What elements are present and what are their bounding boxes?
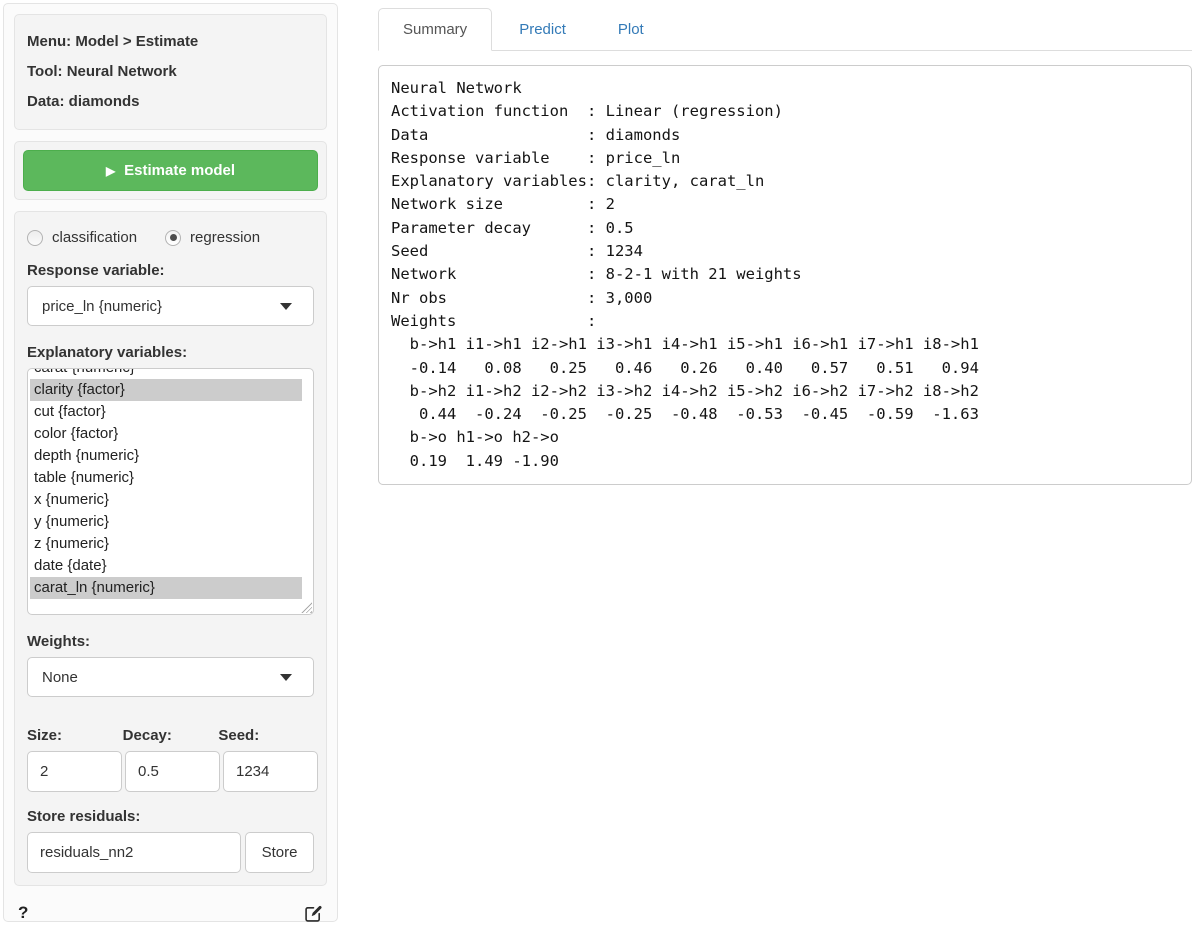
dataset-name: Data: diamonds [27, 87, 314, 117]
chevron-down-icon [280, 303, 292, 310]
radio-regression-icon[interactable] [165, 230, 181, 246]
seed-label: Seed: [218, 727, 311, 744]
radio-option[interactable]: regression [165, 229, 260, 246]
explanatory-variables-list-inner: carat {numeric} clarity {factor} cut {fa… [30, 368, 312, 599]
edit-report-icon[interactable] [304, 904, 323, 923]
size-decay-seed-inputs [27, 751, 314, 792]
decay-label: Decay: [123, 727, 216, 744]
tab-plot[interactable]: Plot [593, 8, 669, 51]
context-info-panel: Menu: Model > Estimate Tool: Neural Netw… [14, 14, 327, 130]
seed-input[interactable] [223, 751, 318, 792]
radio-option[interactable]: classification [27, 229, 137, 246]
response-variable-label: Response variable: [27, 262, 314, 279]
decay-input[interactable] [125, 751, 220, 792]
size-decay-seed-labels: Size: Decay: Seed: [27, 727, 314, 744]
list-item[interactable]: clarity {factor} [30, 379, 302, 401]
chevron-down-icon [280, 674, 292, 681]
tool-name: Tool: Neural Network [27, 57, 314, 87]
main-area: Summary Predict Plot Neural Network Acti… [378, 3, 1192, 927]
estimate-model-label: Estimate model [124, 162, 235, 179]
tab-bar: Summary Predict Plot [378, 8, 1192, 51]
estimate-model-button[interactable]: ▶ Estimate model [23, 150, 318, 191]
menu-breadcrumb: Menu: Model > Estimate [27, 27, 314, 57]
list-item[interactable]: date {date} [30, 555, 312, 577]
store-residuals-label: Store residuals: [27, 808, 314, 825]
list-item[interactable]: carat_ln {numeric} [30, 577, 302, 599]
resize-handle[interactable] [301, 602, 312, 613]
explanatory-variables-list[interactable]: carat {numeric} clarity {factor} cut {fa… [27, 368, 314, 615]
model-type-radio-group: classification regression [27, 229, 314, 246]
model-form-panel: classification regression Response varia… [14, 211, 327, 886]
store-button[interactable]: Store [245, 832, 314, 873]
list-item[interactable]: table {numeric} [30, 467, 312, 489]
estimate-panel: ▶ Estimate model [14, 141, 327, 200]
list-item[interactable]: color {factor} [30, 423, 312, 445]
list-item[interactable]: y {numeric} [30, 511, 312, 533]
size-label: Size: [27, 727, 120, 744]
list-item[interactable]: cut {factor} [30, 401, 312, 423]
help-icon[interactable]: ? [18, 903, 28, 923]
summary-panel: Neural Network Activation function : Lin… [378, 65, 1192, 485]
sidebar-footer: ? [14, 897, 327, 925]
list-item[interactable]: x {numeric} [30, 489, 312, 511]
size-input[interactable] [27, 751, 122, 792]
weights-select[interactable]: None [27, 657, 314, 697]
radio-classification-label: classification [52, 229, 137, 246]
play-icon: ▶ [106, 165, 115, 177]
tab-summary[interactable]: Summary [378, 8, 492, 51]
explanatory-variables-label: Explanatory variables: [27, 344, 314, 361]
sidebar: Menu: Model > Estimate Tool: Neural Netw… [3, 3, 338, 922]
list-item[interactable]: carat {numeric} [30, 368, 312, 379]
weights-value: None [42, 669, 78, 686]
radio-regression-label: regression [190, 229, 260, 246]
response-variable-value: price_ln {numeric} [42, 298, 162, 315]
list-item[interactable]: depth {numeric} [30, 445, 312, 467]
tab-predict[interactable]: Predict [494, 8, 591, 51]
summary-output: Neural Network Activation function : Lin… [391, 77, 1179, 473]
store-residuals-row: Store [27, 832, 314, 873]
store-residuals-input[interactable] [27, 832, 241, 873]
list-item[interactable]: z {numeric} [30, 533, 312, 555]
weights-label: Weights: [27, 633, 314, 650]
radio-classification-icon[interactable] [27, 230, 43, 246]
response-variable-select[interactable]: price_ln {numeric} [27, 286, 314, 326]
